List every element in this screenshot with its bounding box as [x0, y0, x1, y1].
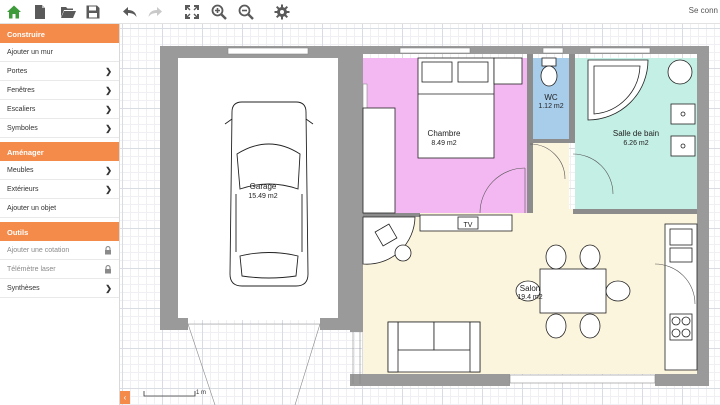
room-label-chambre: Chambre	[428, 129, 461, 138]
menu-item-ajouter-objet[interactable]: Ajouter un objet	[0, 199, 119, 218]
menu-item-label: Meubles	[7, 167, 34, 174]
menu-item-telemetre-laser[interactable]: Télémètre laser	[0, 260, 119, 279]
room-label-salon: Salon	[520, 284, 540, 293]
scale-label: 1 m	[196, 390, 207, 396]
chevron-right-icon: ❯	[105, 185, 112, 194]
section-header-construire[interactable]: Construire	[0, 24, 119, 43]
room-label-wc: WC	[544, 93, 558, 102]
room-area-garage: 15.49 m2	[248, 193, 277, 200]
save-button[interactable]	[83, 2, 103, 22]
lock-icon	[105, 246, 111, 255]
chevron-right-icon: ❯	[105, 124, 112, 133]
toilet-symbol	[540, 57, 558, 87]
scale-bar	[143, 391, 196, 397]
fullscreen-icon	[185, 5, 199, 19]
room-area-chambre: 8.49 m2	[431, 140, 456, 147]
home-button[interactable]	[4, 2, 24, 22]
toolbar: Se conn	[0, 0, 720, 24]
sofa-symbol	[387, 321, 481, 373]
menu-item-label: Ajouter une cotation	[7, 247, 70, 254]
sidebar: Construire Ajouter un mur Portes ❯ Fenêtr…	[0, 24, 120, 405]
menu-item-label: Escaliers	[7, 106, 36, 113]
sidebar-collapse-button[interactable]: ‹	[120, 391, 130, 404]
menu-item-meubles[interactable]: Meubles ❯	[0, 161, 119, 180]
app-window: Se conn Construire Ajouter un mur Portes…	[0, 0, 720, 405]
settings-button[interactable]	[272, 2, 292, 22]
menu-item-portes[interactable]: Portes ❯	[0, 62, 119, 81]
chevron-right-icon: ❯	[105, 86, 112, 95]
zoom-in-button[interactable]	[209, 2, 229, 22]
menu-item-label: Télémètre laser	[7, 266, 56, 273]
menu-item-label: Ajouter un objet	[7, 205, 57, 212]
menu-item-ajouter-mur[interactable]: Ajouter un mur	[0, 43, 119, 62]
floor-plan: Garage 15.49 m2 Chambre 8.49 m2 WC 1.12 …	[160, 46, 709, 405]
zoom-out-icon	[238, 4, 254, 20]
file-icon	[35, 5, 45, 19]
garage-door	[187, 323, 321, 405]
menu-item-label: Synthèses	[7, 285, 40, 292]
room-label-sdb: Salle de bain	[613, 129, 659, 138]
folder-open-icon	[61, 7, 76, 18]
kitchen-unit	[664, 223, 698, 371]
menu-item-symboles[interactable]: Symboles ❯	[0, 119, 119, 138]
tv-label: TV	[464, 222, 473, 229]
open-button[interactable]	[58, 2, 78, 22]
home-icon	[7, 5, 21, 19]
redo-icon	[148, 7, 162, 17]
room-area-salon: 19.4 m2	[517, 294, 542, 301]
menu-item-label: Symboles	[7, 125, 38, 132]
room-label-garage: Garage	[250, 182, 277, 191]
wardrobe	[362, 107, 396, 214]
menu-item-escaliers[interactable]: Escaliers ❯	[0, 100, 119, 119]
fullscreen-button[interactable]	[182, 2, 202, 22]
room-area-sdb: 6.26 m2	[623, 140, 648, 147]
undo-icon	[123, 7, 137, 17]
connection-status[interactable]: Se conn	[689, 6, 718, 15]
floor-plan-canvas[interactable]: Garage 15.49 m2 Chambre 8.49 m2 WC 1.12 …	[120, 24, 720, 405]
chevron-right-icon: ❯	[105, 166, 112, 175]
chevron-right-icon: ❯	[105, 284, 112, 293]
zoom-in-icon	[211, 4, 227, 20]
zoom-out-button[interactable]	[236, 2, 256, 22]
chevron-right-icon: ❯	[105, 67, 112, 76]
lock-icon	[105, 265, 111, 274]
menu-item-label: Fenêtres	[7, 87, 35, 94]
menu-item-ajouter-cotation[interactable]: Ajouter une cotation	[0, 241, 119, 260]
section-header-amenager[interactable]: Aménager	[0, 142, 119, 161]
chevron-right-icon: ❯	[105, 105, 112, 114]
redo-button[interactable]	[145, 2, 165, 22]
floppy-icon	[86, 5, 100, 19]
menu-item-label: Portes	[7, 68, 28, 75]
menu-item-fenetres[interactable]: Fenêtres ❯	[0, 81, 119, 100]
section-header-outils[interactable]: Outils	[0, 222, 119, 241]
menu-item-exterieurs[interactable]: Extérieurs ❯	[0, 180, 119, 199]
menu-item-syntheses[interactable]: Synthèses ❯	[0, 279, 119, 298]
menu-item-label: Ajouter un mur	[7, 49, 53, 56]
undo-button[interactable]	[120, 2, 140, 22]
room-area-wc: 1.12 m2	[538, 103, 563, 110]
gear-icon	[274, 4, 290, 20]
new-file-button[interactable]	[30, 2, 50, 22]
menu-item-label: Extérieurs	[7, 186, 39, 193]
